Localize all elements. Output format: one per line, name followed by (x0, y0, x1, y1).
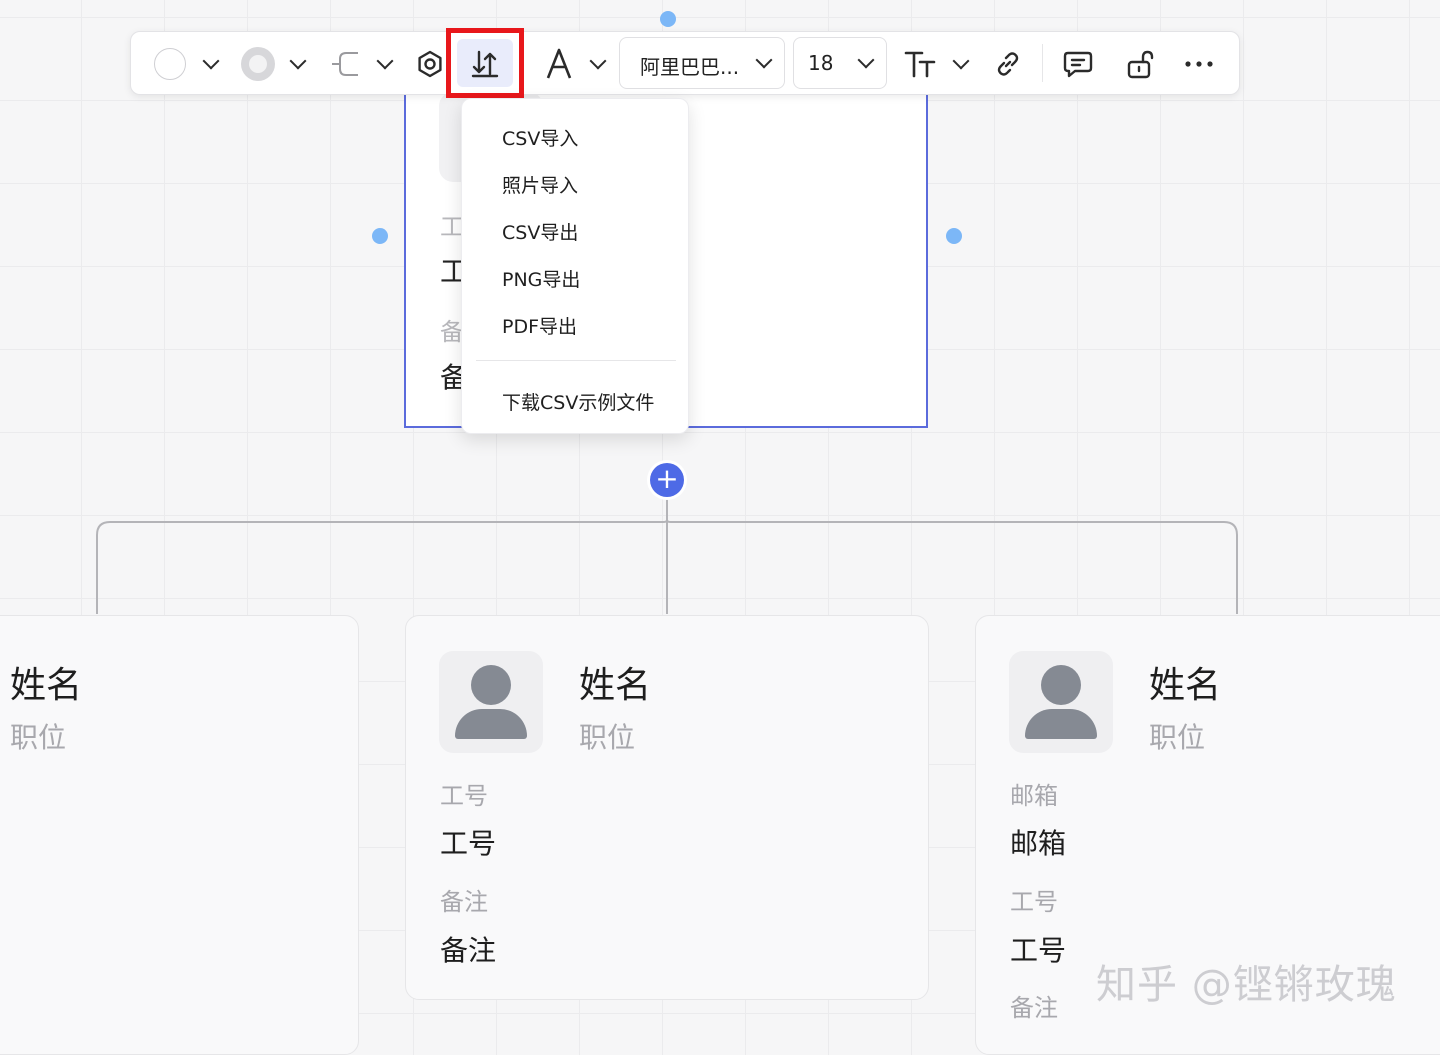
node-role: 职位 (10, 721, 67, 754)
border-color-icon[interactable] (240, 46, 276, 82)
selection-handle-left[interactable] (372, 228, 388, 244)
chevron-down-icon[interactable] (588, 52, 608, 74)
more-icon[interactable] (1181, 47, 1217, 81)
avatar-icon (439, 651, 543, 753)
chevron-down-icon[interactable] (288, 52, 308, 74)
text-size-icon[interactable] (901, 47, 939, 81)
import-export-icon (457, 39, 513, 87)
field-value: 备注 (440, 934, 497, 967)
field-label: 工号 (440, 782, 488, 810)
comment-icon[interactable] (1061, 47, 1095, 81)
font-family-select[interactable]: 阿里巴巴... (619, 37, 785, 89)
node-name: 姓名 (10, 665, 83, 706)
menu-item-download-csv-sample[interactable]: 下载CSV示例文件 (502, 388, 654, 415)
toolbar-divider (1042, 44, 1043, 82)
import-export-menu: CSV导入 照片导入 CSV导出 PNG导出 PDF导出 下载CSV示例文件 (461, 98, 689, 434)
watermark: 知乎 @铿锵玫瑰 (1096, 962, 1397, 1008)
menu-item-photo-import[interactable]: 照片导入 (502, 171, 578, 198)
font-family-value: 阿里巴巴... (640, 55, 740, 79)
settings-icon[interactable] (414, 48, 446, 80)
fill-color-icon[interactable] (153, 47, 187, 81)
node-role: 职位 (579, 721, 636, 754)
field-label: 工号 (1010, 888, 1058, 916)
menu-divider (476, 360, 676, 361)
selection-handle-top[interactable] (660, 11, 676, 27)
node-name: 姓名 (1149, 665, 1222, 706)
field-label: 备注 (440, 888, 488, 916)
node-role: 职位 (1149, 721, 1206, 754)
chevron-down-icon[interactable] (375, 52, 395, 74)
org-node-card-left[interactable]: 姓名 职位 (0, 615, 359, 1055)
field-label: 备注 (1010, 994, 1058, 1022)
font-size-value: 18 (808, 51, 834, 75)
field-label: 邮箱 (1010, 782, 1058, 810)
add-child-button[interactable]: + (650, 463, 684, 497)
connector-style-icon[interactable] (329, 48, 361, 80)
floating-toolbar: 阿里巴巴... 18 (130, 28, 1240, 98)
field-value: 邮箱 (1010, 827, 1067, 860)
lock-icon[interactable] (1123, 46, 1157, 82)
chevron-down-icon[interactable] (201, 52, 221, 74)
menu-item-csv-export[interactable]: CSV导出 (502, 218, 578, 245)
avatar-icon (1009, 651, 1113, 753)
selection-handle-right[interactable] (946, 228, 962, 244)
field-value: 工号 (1010, 934, 1067, 967)
link-icon[interactable] (991, 47, 1025, 81)
org-node-card-middle[interactable]: 姓名 职位 工号 工号 备注 备注 (405, 615, 929, 1000)
node-name: 姓名 (579, 665, 652, 706)
chevron-down-icon[interactable] (951, 52, 971, 74)
menu-item-csv-import[interactable]: CSV导入 (502, 124, 578, 151)
menu-item-pdf-export[interactable]: PDF导出 (502, 312, 577, 339)
field-value: 工号 (440, 827, 497, 860)
import-export-button[interactable] (446, 28, 524, 98)
font-size-select[interactable]: 18 (793, 37, 887, 89)
text-color-icon[interactable] (541, 46, 577, 82)
menu-item-png-export[interactable]: PNG导出 (502, 265, 580, 292)
